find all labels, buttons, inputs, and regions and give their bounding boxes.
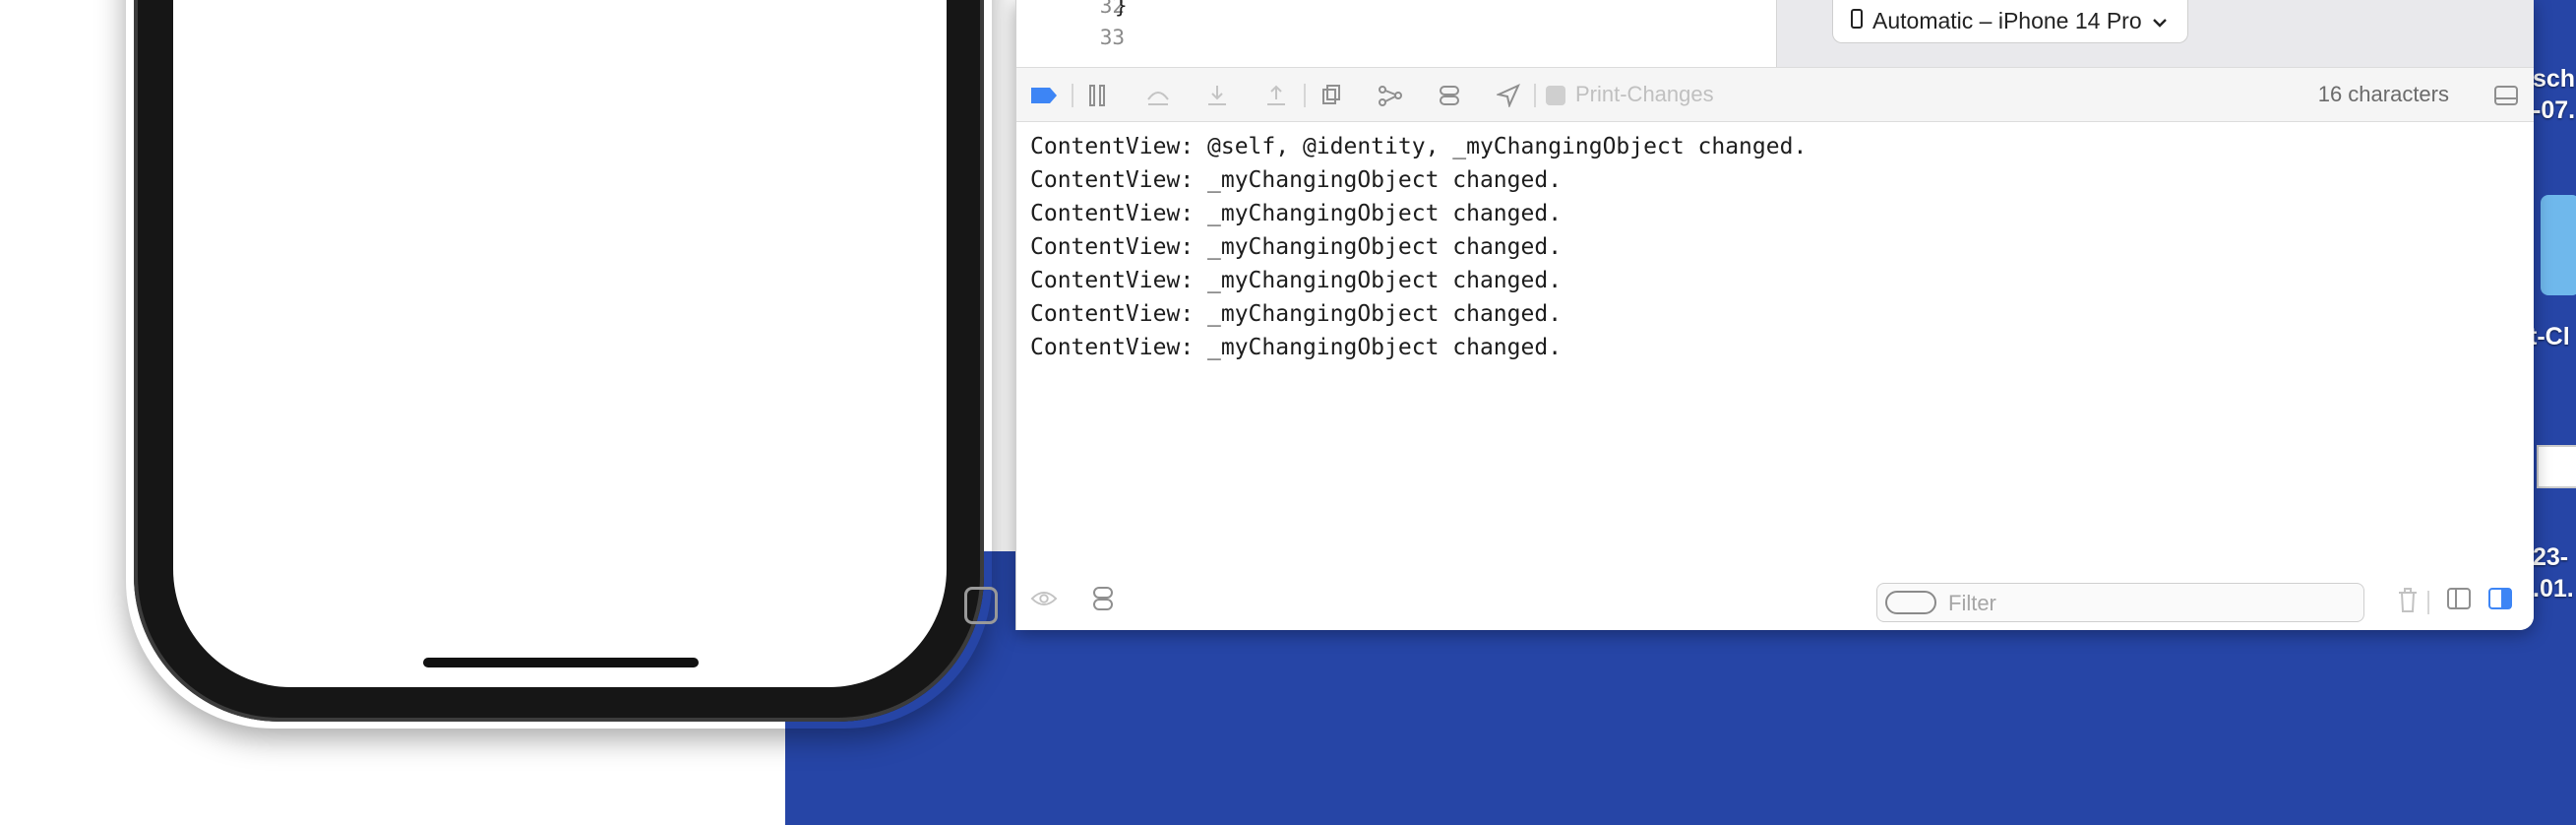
chevron-down-icon — [2152, 8, 2168, 34]
screenshot-button[interactable] — [964, 587, 998, 624]
console-line: ContentView: @self, @identity, _myChangi… — [1030, 134, 1808, 159]
code-editor[interactable]: 32 33 } Automatic – iPhone 14 Pro — [1016, 0, 2534, 67]
breakpoints-toggle-icon[interactable] — [1030, 82, 1058, 109]
debug-view-hierarchy-icon[interactable] — [1318, 82, 1345, 109]
eye-icon[interactable] — [1030, 585, 1058, 612]
desktop-file-label[interactable]: schi — [2533, 65, 2576, 94]
show-variables-view-icon[interactable] — [2445, 585, 2473, 612]
simulate-location-icon[interactable] — [1495, 82, 1522, 109]
options-toggle-icon[interactable] — [1089, 585, 1117, 612]
pause-icon[interactable] — [1083, 82, 1111, 109]
step-into-icon[interactable] — [1203, 82, 1231, 109]
iphone-icon — [1851, 8, 1863, 34]
scheme-label[interactable]: Print-Changes — [1575, 82, 1714, 107]
console-line: ContentView: _myChangingObject changed. — [1030, 234, 1563, 260]
environment-overrides-icon[interactable] — [1436, 82, 1463, 109]
show-console-icon[interactable] — [2486, 585, 2514, 612]
hide-debug-area-icon[interactable] — [2492, 82, 2520, 109]
desktop-file-label[interactable]: -07. — [2533, 96, 2575, 125]
memory-graph-icon[interactable] — [1377, 82, 1404, 109]
console-line: ContentView: _myChangingObject changed. — [1030, 301, 1563, 327]
device-selector[interactable]: Automatic – iPhone 14 Pro — [1832, 0, 2188, 43]
desktop-file-label[interactable]: 23- — [2533, 543, 2568, 572]
code-line: } — [1115, 0, 1128, 18]
step-over-icon[interactable] — [1144, 82, 1172, 109]
filter-field[interactable] — [1876, 583, 2364, 622]
line-number: 33 — [1099, 26, 1125, 49]
step-out-icon[interactable] — [1262, 82, 1290, 109]
console-line: ContentView: _myChangingObject changed. — [1030, 201, 1563, 226]
xcode-window: 32 33 } Automatic – iPhone 14 Pro Print-… — [1015, 0, 2534, 630]
desktop-file-thumbnail[interactable] — [2537, 445, 2576, 488]
console-line: ContentView: _myChangingObject changed. — [1030, 167, 1563, 193]
desktop-file-label[interactable]: .01. — [2533, 575, 2574, 603]
console-line: ContentView: _myChangingObject changed. — [1030, 268, 1563, 293]
console-bottom-bar — [1016, 567, 2534, 630]
desktop-folder-icon[interactable] — [2541, 195, 2576, 295]
desktop-file-label[interactable]: t-Cl — [2529, 323, 2570, 351]
filter-input[interactable] — [1946, 588, 2354, 619]
console-line: ContentView: _myChangingObject changed. — [1030, 335, 1563, 360]
filter-options-icon[interactable] — [1885, 591, 1936, 614]
character-count: 16 characters — [2317, 82, 2449, 106]
console-output[interactable]: ContentView: @self, @identity, _myChangi… — [1016, 122, 2534, 567]
simulator-screen[interactable] — [173, 0, 947, 687]
scheme-app-icon — [1542, 82, 1569, 109]
device-selector-label: Automatic – iPhone 14 Pro — [1872, 8, 2142, 33]
debug-toolbar: Print-Changes 16 characters — [1016, 67, 2534, 122]
canvas-preview-pane: Automatic – iPhone 14 Pro — [1776, 0, 2534, 67]
home-indicator[interactable] — [423, 658, 699, 667]
trash-icon[interactable] — [2394, 587, 2422, 614]
